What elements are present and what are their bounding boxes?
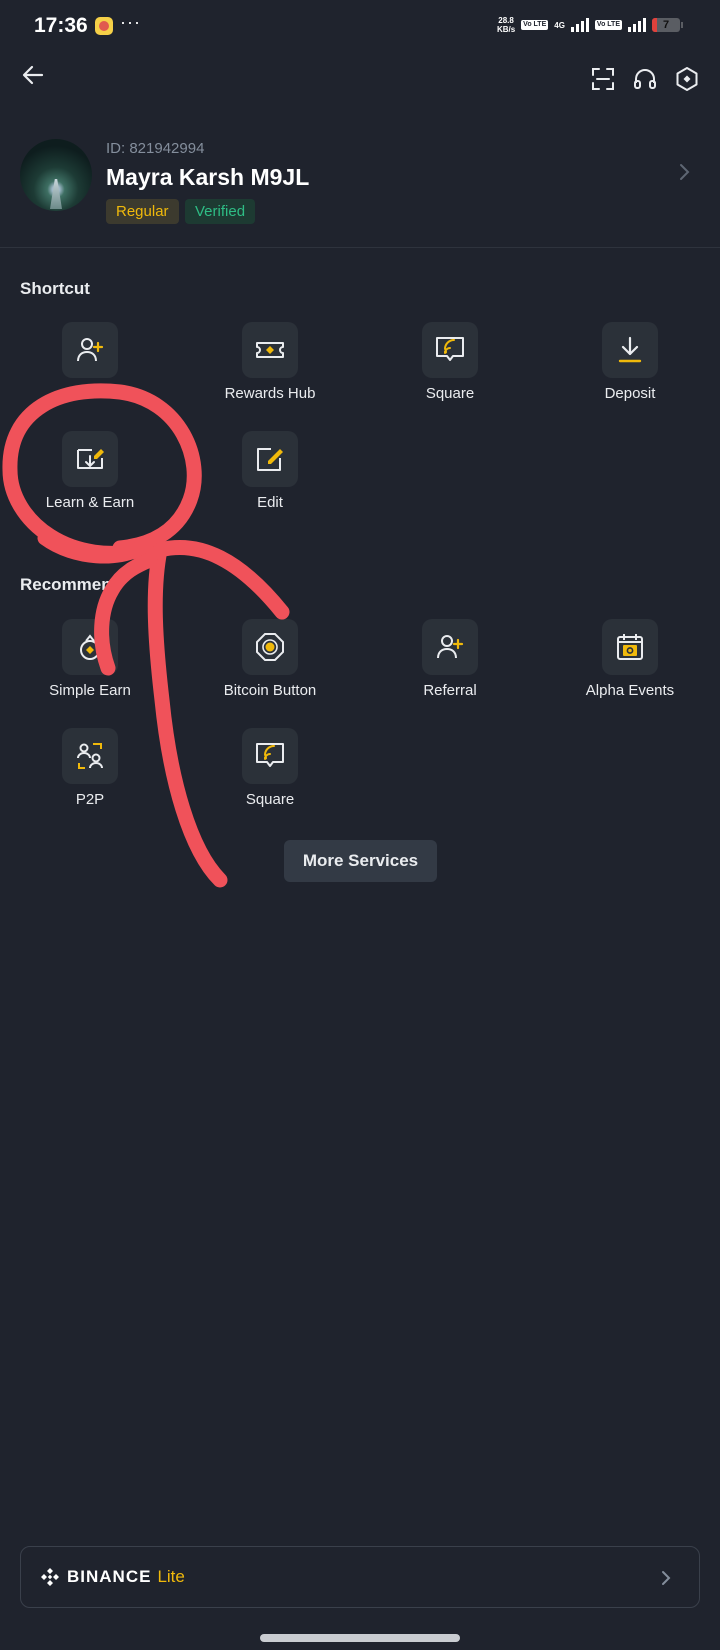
recommended-item-p2p[interactable]: P2P [0, 728, 180, 808]
lite-label: Lite [157, 1567, 185, 1586]
settings-button[interactable] [672, 64, 702, 94]
recommended-item-bitcoin-button[interactable]: Bitcoin Button [180, 619, 360, 699]
shortcut-item-referral[interactable]: Ref [0, 322, 180, 402]
support-button[interactable] [630, 64, 660, 94]
volte-icon-2: Vo LTE [594, 20, 622, 30]
shortcut-item-rewards-hub[interactable]: Rewards Hub [180, 322, 360, 402]
recommended-item-square[interactable]: Square [180, 728, 360, 808]
scan-icon [592, 68, 614, 90]
chevron-right-icon[interactable] [674, 160, 694, 184]
recommended-title: Recommen [20, 575, 112, 594]
verified-badge: Verified [185, 199, 256, 224]
more-notifications-icon: ··· [120, 12, 141, 32]
user-name: Mayra Karsh M9JL [106, 164, 310, 190]
chat-feed-icon [436, 337, 464, 361]
bitcoin-icon [256, 633, 284, 661]
network-type: 4G [554, 20, 565, 30]
brand-name: BINANCE [67, 1567, 152, 1586]
binance-logo-icon [41, 1568, 59, 1586]
shortcut-item-square[interactable]: Square [360, 322, 540, 402]
binance-lite-switch[interactable]: BINANCE Lite [20, 1546, 700, 1608]
add-user-icon [437, 635, 464, 659]
signal-icon-2 [628, 18, 646, 32]
battery-icon: 7 [652, 18, 683, 32]
recommended-item-referral[interactable]: Referral [360, 619, 540, 699]
coin-bag-icon [80, 634, 100, 660]
status-bar: 17:36 ··· 28.8 KB/s Vo LTE 4G Vo LTE 7 [0, 0, 720, 56]
volte-icon: Vo LTE [521, 20, 549, 30]
chevron-right-icon [662, 1571, 671, 1585]
profile-card[interactable]: ID: 821942994 Mayra Karsh M9JL Regular V… [0, 120, 720, 248]
headset-icon [634, 69, 656, 89]
download-icon [618, 336, 642, 363]
app-notification-icon [95, 17, 113, 35]
shortcut-item-edit[interactable]: Edit [180, 431, 360, 511]
system-indicators: 28.8 KB/s Vo LTE 4G Vo LTE 7 [496, 16, 683, 34]
edit-icon [257, 448, 283, 471]
avatar[interactable] [20, 139, 92, 211]
add-user-icon [77, 338, 104, 362]
status-time: 17:36 [34, 14, 88, 37]
scan-button[interactable] [588, 64, 618, 94]
binance-lite-logo: BINANCE Lite [39, 1566, 185, 1588]
settings-icon [676, 67, 698, 91]
ticket-icon [256, 342, 284, 358]
signal-icon [570, 18, 589, 32]
p2p-users-icon [77, 743, 103, 769]
book-edit-icon [77, 449, 104, 469]
calendar-alpha-icon [617, 634, 643, 660]
shortcut-item-deposit[interactable]: Deposit [540, 322, 720, 402]
tier-badge: Regular [106, 199, 179, 224]
back-arrow-icon [22, 65, 44, 85]
network-speed: 28.8 KB/s [496, 16, 516, 34]
shortcut-item-learn-earn[interactable]: Learn & Earn [0, 431, 180, 511]
recommended-item-alpha-events[interactable]: Alpha Events [540, 619, 720, 699]
home-indicator[interactable] [260, 1634, 460, 1642]
recommended-item-simple-earn[interactable]: Simple Earn [0, 619, 180, 699]
user-id: ID: 821942994 [106, 140, 205, 157]
more-services-button[interactable]: More Services [284, 840, 437, 882]
shortcut-title: Shortcut [20, 279, 90, 298]
back-button[interactable] [18, 60, 48, 90]
chat-feed-icon [256, 743, 284, 767]
